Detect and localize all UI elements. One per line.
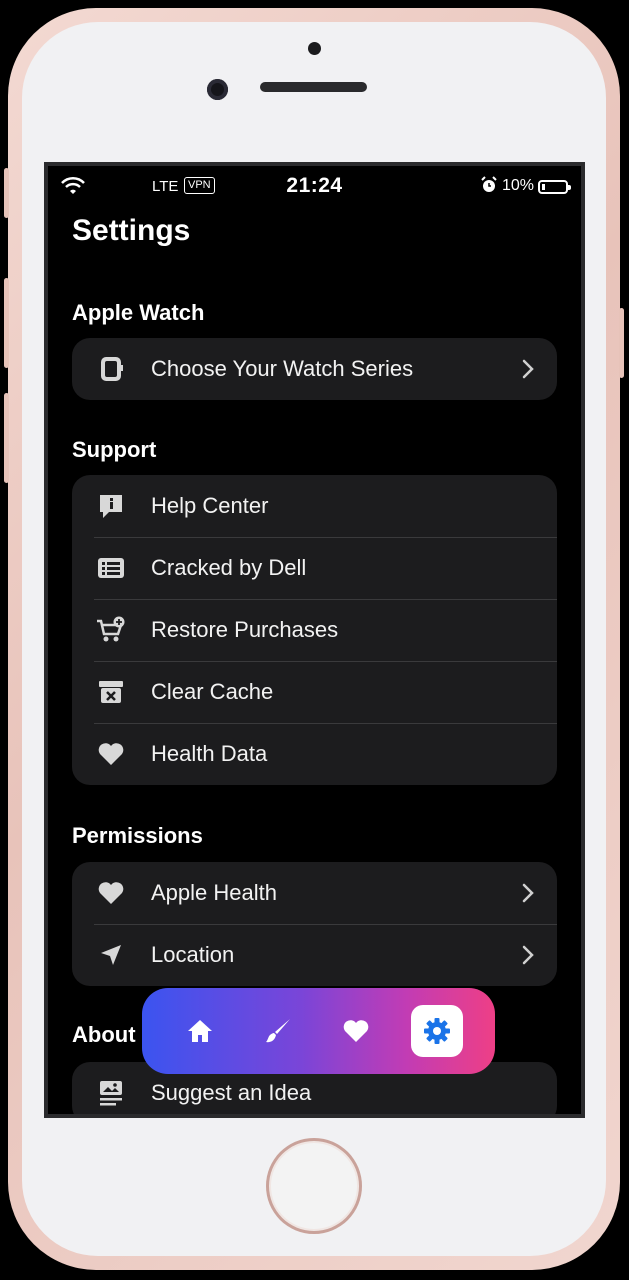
row-label: Choose Your Watch Series [151,356,414,381]
section-header-about: About [72,1022,136,1047]
heart-icon [96,740,126,768]
battery-icon [538,180,571,194]
row-label: Location [151,942,235,967]
tab-home[interactable] [184,1015,216,1047]
tab-brush[interactable] [262,1015,294,1047]
group-apple-watch: Choose Your Watch Series [72,338,557,400]
section-header-apple-watch: Apple Watch [72,300,205,325]
volume-up-button [4,278,9,368]
row-cracked-by-dell[interactable]: Cracked by Dell [72,537,557,599]
group-support: Help Center Cracked by Dell Restore Purc… [72,475,557,785]
row-label: Health Data [151,741,268,766]
tab-bar [142,988,495,1074]
home-button[interactable] [266,1138,362,1234]
battery-percent: 10% [502,177,535,194]
cart-add-icon [96,616,126,644]
brush-icon [266,1019,290,1043]
heart-icon [96,879,126,907]
page-title: Settings [72,214,191,247]
chevron-right-icon [522,883,534,903]
volume-down-button [4,393,9,483]
info-bubble-icon [96,492,126,520]
row-label: Help Center [151,493,269,518]
chevron-right-icon [522,945,534,965]
location-arrow-icon [96,941,126,969]
proximity-sensor [308,42,321,55]
row-location[interactable]: Location [72,924,557,986]
section-header-support: Support [72,437,157,462]
row-label: Restore Purchases [151,617,339,642]
archive-x-icon [96,678,126,706]
row-help-center[interactable]: Help Center [72,475,557,537]
row-restore-purchases[interactable]: Restore Purchases [72,599,557,661]
list-icon [96,554,126,582]
section-header-permissions: Permissions [72,823,203,848]
image-list-icon [96,1079,126,1107]
row-apple-health[interactable]: Apple Health [72,862,557,924]
group-permissions: Apple Health Location [72,862,557,986]
earpiece-speaker [260,82,367,92]
screen: LTE VPN 21:24 10% Settings Apple Watch C… [44,162,585,1118]
row-choose-watch-series[interactable]: Choose Your Watch Series [72,338,557,400]
row-label: Clear Cache [151,679,274,704]
row-label: Apple Health [151,880,277,905]
alarm-icon [481,176,497,192]
chevron-right-icon [522,359,534,379]
row-label: Suggest an Idea [151,1080,312,1105]
home-icon [188,1020,212,1042]
mute-switch [4,168,9,218]
status-bar: LTE VPN 21:24 10% [48,166,581,206]
front-camera [207,79,228,100]
row-health-data[interactable]: Health Data [72,723,557,785]
tab-settings[interactable] [411,1005,463,1057]
tab-favorites[interactable] [340,1015,372,1047]
row-label: Cracked by Dell [151,555,307,580]
gear-icon [424,1018,450,1044]
heart-icon [343,1020,369,1042]
watch-icon [96,355,126,383]
row-clear-cache[interactable]: Clear Cache [72,661,557,723]
power-button [619,308,624,378]
